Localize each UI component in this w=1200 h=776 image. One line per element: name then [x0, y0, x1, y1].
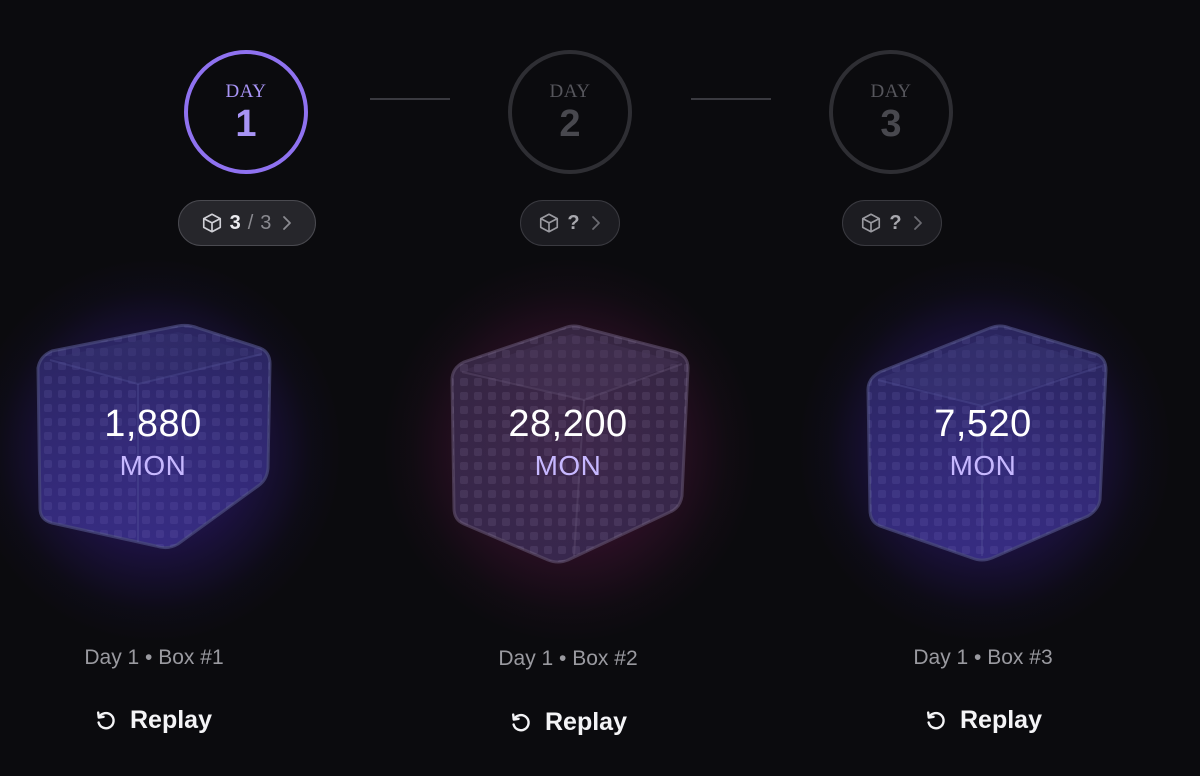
- box-1-unit: MON: [119, 450, 187, 481]
- daily-boxes-screen: DAY 1 DAY 2 DAY 3 3 / 3 ? ? 1,880 MON 28…: [0, 0, 1200, 776]
- day-label: DAY: [549, 80, 591, 102]
- box-count-opened: 3: [229, 211, 241, 234]
- box-count-unknown: ?: [889, 211, 902, 234]
- day-1-step[interactable]: DAY 1: [184, 50, 308, 174]
- replay-label: Replay: [130, 705, 212, 734]
- box-2-amount: 28,200: [508, 403, 628, 445]
- box-3-replay-button[interactable]: Replay: [903, 700, 1063, 740]
- chevron-right-icon: [913, 216, 922, 230]
- day-number: 3: [880, 102, 902, 145]
- chevron-right-icon: [283, 216, 292, 230]
- box-3-amount: 7,520: [934, 403, 1032, 445]
- step-connector: [691, 98, 771, 100]
- box-2-caption: Day 1 • Box #2: [498, 647, 638, 670]
- replay-icon: [512, 713, 530, 732]
- box-2-replay-button[interactable]: Replay: [488, 702, 648, 742]
- box-count-separator: /: [247, 211, 254, 234]
- cube-icon: [862, 213, 881, 233]
- replay-icon: [97, 711, 115, 730]
- box-count-unknown: ?: [567, 211, 580, 234]
- day-number: 2: [559, 102, 581, 145]
- box-3-caption: Day 1 • Box #3: [913, 646, 1053, 669]
- day-3-step[interactable]: DAY 3: [829, 50, 953, 174]
- replay-icon: [927, 711, 945, 730]
- box-1-replay-button[interactable]: Replay: [73, 700, 233, 740]
- day-number: 1: [235, 102, 257, 145]
- day-3-box-count-pill[interactable]: ?: [842, 200, 942, 246]
- day-2-box-count-pill[interactable]: ?: [520, 200, 620, 246]
- box-3-unit: MON: [949, 450, 1017, 481]
- box-1-caption: Day 1 • Box #1: [84, 646, 224, 669]
- replay-label: Replay: [960, 705, 1042, 734]
- day-2-step[interactable]: DAY 2: [508, 50, 632, 174]
- step-connector: [370, 98, 450, 100]
- replay-label: Replay: [545, 707, 627, 736]
- chevron-right-icon: [591, 216, 600, 230]
- day-1-box-count-pill[interactable]: 3 / 3: [178, 200, 316, 246]
- cube-icon: [540, 213, 559, 233]
- box-count-total: 3: [260, 211, 272, 234]
- box-1-amount: 1,880: [104, 403, 202, 445]
- day-label: DAY: [225, 80, 267, 102]
- cube-icon: [202, 213, 221, 233]
- day-label: DAY: [870, 80, 912, 102]
- box-2-unit: MON: [534, 450, 602, 481]
